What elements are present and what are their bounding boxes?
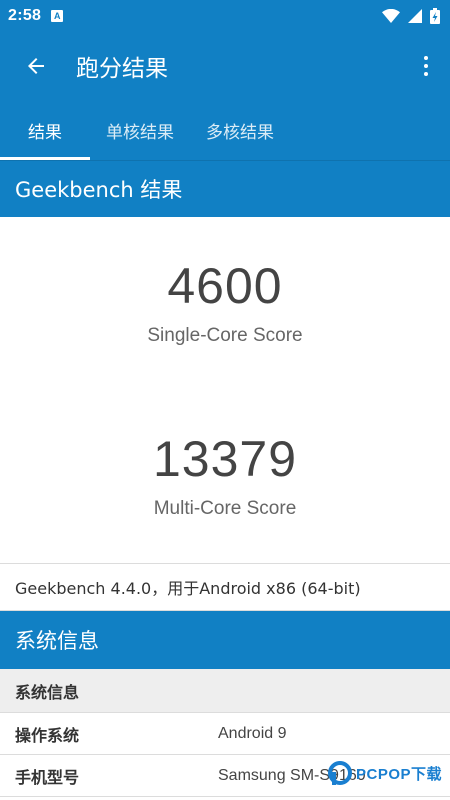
- tab-single-core-results[interactable]: 单核结果: [90, 100, 190, 160]
- geekbench-version-text: Geekbench 4.4.0，用于Android x86 (64-bit): [0, 563, 450, 611]
- watermark-text: PCPOP下载: [355, 765, 442, 783]
- app-bar: 跑分结果: [0, 32, 450, 100]
- info-key-model: 手机型号: [15, 767, 80, 787]
- status-bar: 2:58 A: [0, 0, 450, 32]
- system-info-subheader: 系统信息: [0, 669, 450, 713]
- battery-charging-icon: [430, 8, 440, 24]
- cellular-signal-icon: [408, 9, 422, 23]
- pcpop-watermark: PCPOP下载: [327, 760, 442, 786]
- info-row-os: 操作系统 Android 9: [0, 713, 450, 755]
- page-title: 跑分结果: [76, 56, 168, 82]
- multi-core-score-block: 13379 Multi-Core Score: [0, 430, 450, 520]
- notification-app-icon: A: [51, 10, 64, 22]
- system-info-header: 系统信息: [0, 611, 450, 669]
- tab-bar: 结果 单核结果 多核结果: [0, 100, 450, 160]
- single-core-score-label: Single-Core Score: [147, 325, 303, 346]
- pcpop-logo-icon: [327, 761, 352, 785]
- multi-core-score-label: Multi-Core Score: [153, 498, 297, 519]
- single-core-score-value: 4600: [167, 258, 283, 314]
- multi-core-score-value: 13379: [152, 431, 298, 487]
- wifi-icon: [382, 9, 400, 23]
- status-time: 2:58: [8, 7, 42, 24]
- info-key-os: 操作系统: [15, 725, 80, 745]
- tab-results[interactable]: 结果: [0, 100, 90, 160]
- more-vert-icon: [424, 56, 428, 60]
- arrow-back-icon: [28, 58, 44, 74]
- tab-multi-core-results[interactable]: 多核结果: [190, 100, 290, 160]
- status-icons: [382, 8, 440, 24]
- geekbench-results-header: Geekbench 结果: [0, 160, 450, 217]
- tab-indicator: [0, 157, 90, 160]
- single-core-score-block: 4600 Single-Core Score: [0, 257, 450, 347]
- more-options-button[interactable]: [416, 51, 436, 81]
- info-value-os: Android 9: [218, 724, 287, 742]
- score-area: 4600 Single-Core Score 13379 Multi-Core …: [0, 217, 450, 563]
- back-button[interactable]: [22, 52, 50, 80]
